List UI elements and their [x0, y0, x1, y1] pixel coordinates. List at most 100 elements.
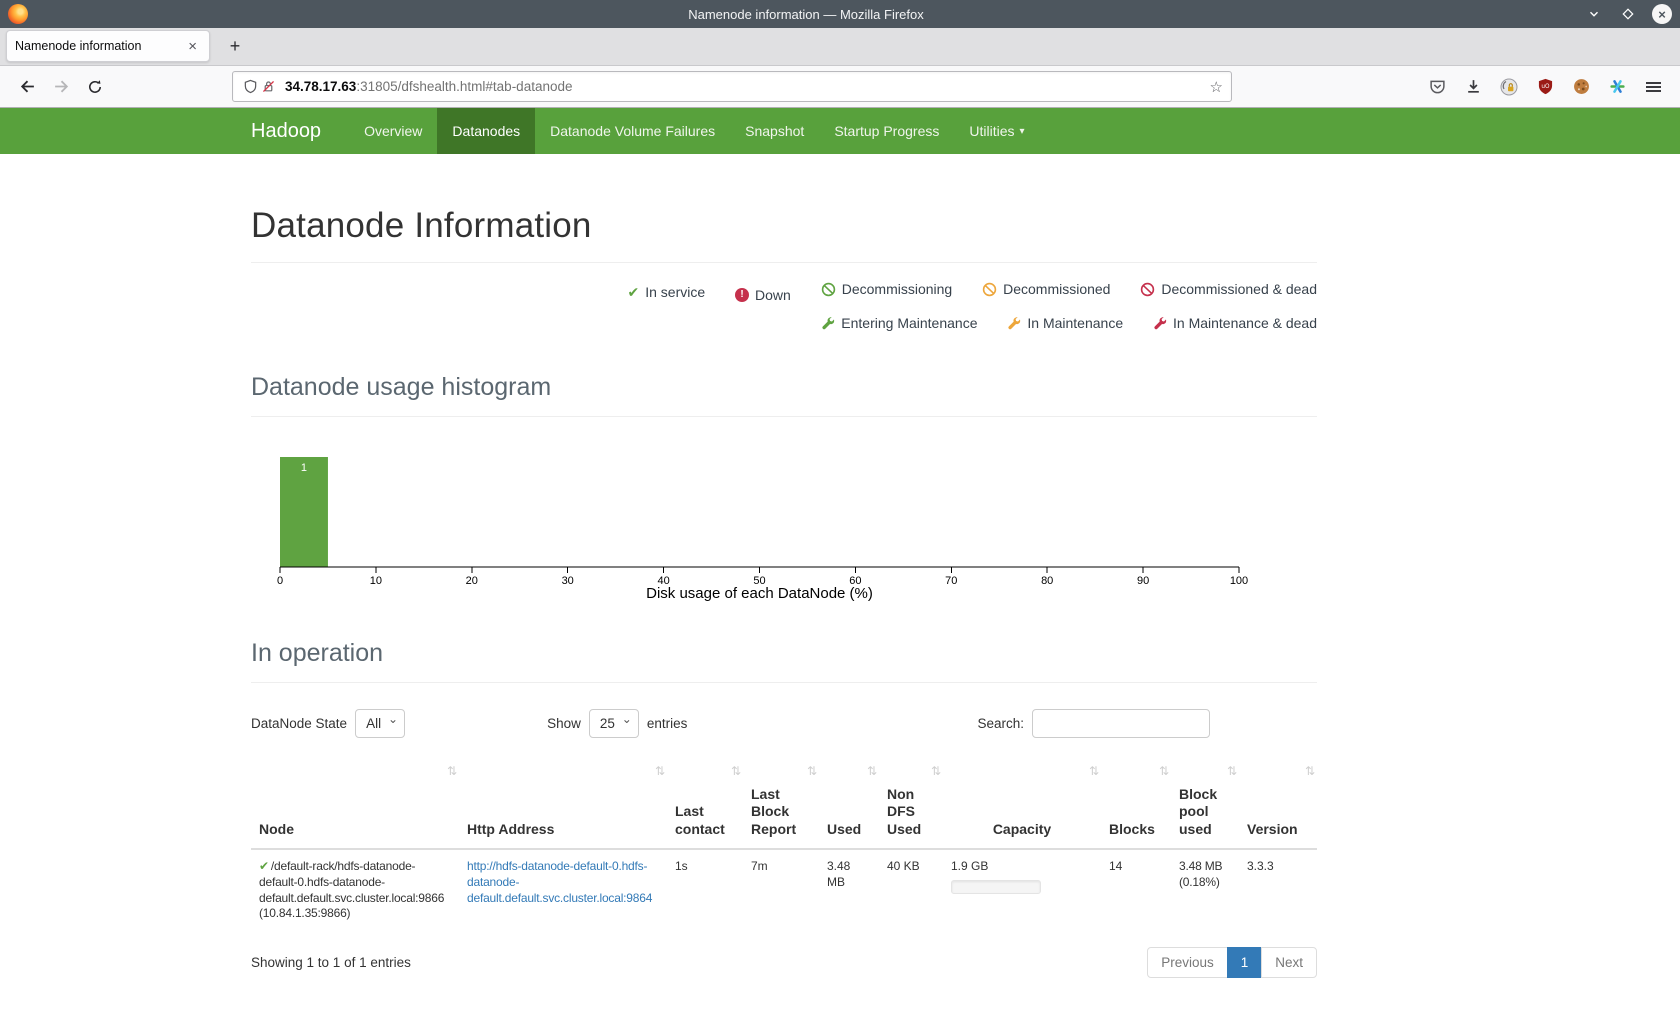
svg-text:20: 20	[466, 575, 478, 587]
svg-text:0: 0	[277, 575, 283, 587]
search-control: Search:	[977, 709, 1210, 738]
nav-item-utilities[interactable]: Utilities▾	[954, 108, 1039, 154]
table-footer: Showing 1 to 1 of 1 entries Previous 1 N…	[251, 947, 1317, 978]
chevron-down-icon: ▾	[1020, 126, 1025, 137]
tab-title: Namenode information	[15, 39, 184, 53]
cell-node: ✔/default-rack/hdfs-datanode-default-0.h…	[251, 849, 459, 931]
ban-circle-icon	[821, 282, 836, 297]
downloads-icon[interactable]	[1464, 78, 1482, 96]
extension-lock-icon[interactable]	[1500, 78, 1518, 96]
url-host: 34.78.17.63	[285, 79, 356, 94]
bookmark-star-icon[interactable]: ☆	[1210, 78, 1223, 96]
pagination-next-button[interactable]: Next	[1261, 947, 1317, 978]
divider	[251, 416, 1317, 417]
header-version[interactable]: Version⇅	[1239, 756, 1317, 850]
header-last-contact[interactable]: Last contact⇅	[667, 756, 743, 850]
sort-icon: ⇅	[1227, 764, 1237, 779]
datanode-usage-histogram: 10102030405060708090100Disk usage of eac…	[251, 429, 1317, 605]
navbar-brand-hadoop[interactable]: Hadoop	[251, 108, 349, 154]
sort-icon: ⇅	[1159, 764, 1169, 779]
insecure-lock-icon[interactable]	[259, 78, 277, 96]
tracking-protection-shield-icon[interactable]	[241, 78, 259, 96]
menu-hamburger-icon[interactable]	[1644, 78, 1662, 96]
exclamation-circle-icon: !	[735, 288, 749, 302]
cell-blocks: 14	[1101, 849, 1171, 931]
cell-non-dfs-used: 40 KB	[879, 849, 943, 931]
header-block-pool-used[interactable]: Block pool used⇅	[1171, 756, 1239, 850]
back-button[interactable]	[12, 72, 42, 102]
show-label: Show	[547, 716, 581, 731]
legend-decommissioning: Decommissioning	[821, 275, 952, 303]
asterisk-extension-icon[interactable]	[1608, 78, 1626, 96]
firefox-logo-icon	[8, 4, 28, 24]
cell-http-address: http://hdfs-datanode-default-0.hdfs-data…	[459, 849, 667, 931]
nav-item-datanodes[interactable]: Datanodes	[437, 108, 535, 154]
legend-in-maintenance-dead: In Maintenance & dead	[1153, 309, 1317, 337]
reload-button[interactable]	[80, 72, 110, 102]
datanode-state-label: DataNode State	[251, 716, 347, 731]
window-minimize-button[interactable]	[1584, 4, 1604, 24]
divider	[251, 682, 1317, 683]
search-input[interactable]	[1032, 709, 1210, 738]
table-controls: DataNode State All Show 25 entries Searc…	[251, 709, 1317, 738]
sort-icon: ⇅	[931, 764, 941, 779]
browser-toolbar: 34.78.17.63:31805/dfshealth.html#tab-dat…	[0, 66, 1680, 108]
check-icon: ✔	[627, 285, 639, 299]
svg-text:10: 10	[370, 575, 382, 587]
showing-entries-text: Showing 1 to 1 of 1 entries	[251, 955, 411, 970]
table-header-row: Node⇅ Http Address⇅ Last contact⇅ Last B…	[251, 756, 1317, 850]
sort-icon: ⇅	[447, 764, 457, 779]
window-titlebar: Namenode information — Mozilla Firefox ×	[0, 0, 1680, 28]
header-capacity[interactable]: Capacity⇅	[943, 756, 1101, 850]
window-close-button[interactable]: ×	[1652, 4, 1672, 24]
forward-button[interactable]	[46, 72, 76, 102]
pocket-icon[interactable]	[1428, 78, 1446, 96]
entries-label: entries	[647, 716, 688, 731]
page-length-select[interactable]: 25	[589, 709, 639, 738]
tab-strip: Namenode information × +	[0, 28, 1680, 66]
url-bar[interactable]: 34.78.17.63:31805/dfshealth.html#tab-dat…	[232, 71, 1232, 102]
window-maximize-button[interactable]	[1618, 4, 1638, 24]
search-label: Search:	[977, 716, 1024, 731]
capacity-progress-bar	[951, 880, 1041, 894]
pagination-previous-button[interactable]: Previous	[1147, 947, 1228, 978]
wrench-icon	[821, 316, 835, 330]
node-status-legend: ✔ In service ! Down Decommissioning Deco…	[251, 275, 1317, 339]
window-title: Namenode information — Mozilla Firefox	[28, 7, 1584, 22]
divider	[251, 262, 1317, 263]
nav-item-startup-progress[interactable]: Startup Progress	[819, 108, 954, 154]
header-http-address[interactable]: Http Address⇅	[459, 756, 667, 850]
nav-item-overview[interactable]: Overview	[349, 108, 437, 154]
pagination: Previous 1 Next	[1148, 947, 1317, 978]
header-node[interactable]: Node⇅	[251, 756, 459, 850]
sort-icon: ⇅	[807, 764, 817, 779]
svg-text:1: 1	[301, 462, 307, 474]
http-address-link[interactable]: http://hdfs-datanode-default-0.hdfs-data…	[467, 859, 652, 905]
header-used[interactable]: Used⇅	[819, 756, 879, 850]
pagination-page-1-button[interactable]: 1	[1227, 947, 1263, 978]
legend-in-maintenance: In Maintenance	[1007, 309, 1123, 337]
sort-icon: ⇅	[731, 764, 741, 779]
svg-text:uO: uO	[1541, 84, 1550, 90]
cell-last-block-report: 7m	[743, 849, 819, 931]
legend-in-service: ✔ In service	[627, 278, 705, 306]
page-title: Datanode Information	[251, 206, 1317, 246]
datanode-state-filter: DataNode State All	[251, 709, 405, 738]
new-tab-button[interactable]: +	[220, 31, 250, 61]
cell-version: 3.3.3	[1239, 849, 1317, 931]
show-entries-control: Show 25 entries	[547, 709, 687, 738]
datanode-state-select[interactable]: All	[355, 709, 405, 738]
in-service-check-icon: ✔	[259, 859, 269, 873]
tab-namenode-information[interactable]: Namenode information ×	[6, 30, 210, 62]
header-blocks[interactable]: Blocks⇅	[1101, 756, 1171, 850]
sort-icon: ⇅	[867, 764, 877, 779]
ublock-origin-icon[interactable]: uO	[1536, 78, 1554, 96]
cookie-extension-icon[interactable]	[1572, 78, 1590, 96]
tab-close-icon[interactable]: ×	[184, 38, 201, 55]
svg-text:70: 70	[945, 575, 957, 587]
header-non-dfs-used[interactable]: Non DFS Used⇅	[879, 756, 943, 850]
header-last-block-report[interactable]: Last Block Report⇅	[743, 756, 819, 850]
nav-item-datanode-volume-failures[interactable]: Datanode Volume Failures	[535, 108, 730, 154]
nav-item-snapshot[interactable]: Snapshot	[730, 108, 819, 154]
wrench-icon	[1007, 316, 1021, 330]
